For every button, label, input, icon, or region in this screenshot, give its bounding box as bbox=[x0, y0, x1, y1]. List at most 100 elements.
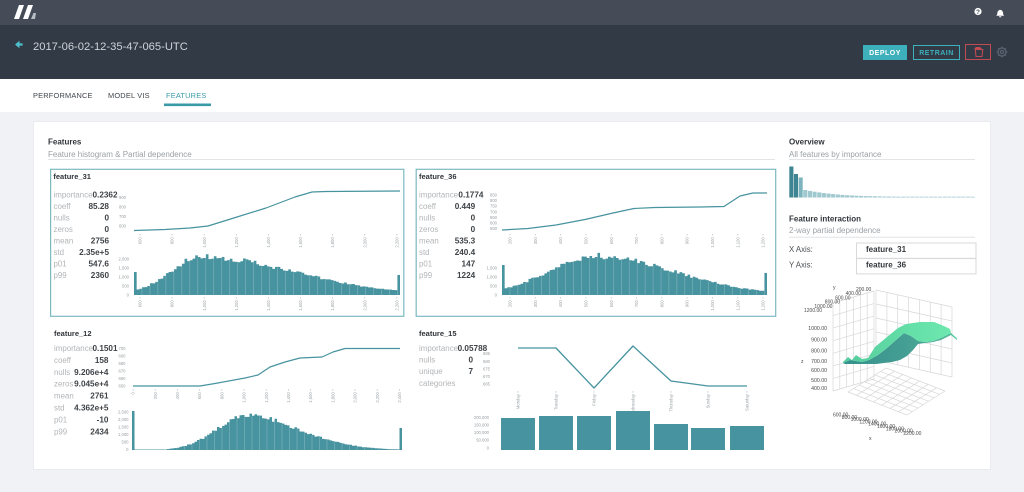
svg-text:coeff: coeff bbox=[54, 202, 72, 211]
svg-text:p01: p01 bbox=[419, 260, 432, 269]
svg-text:700: 700 bbox=[490, 209, 498, 214]
svg-text:2,500: 2,500 bbox=[118, 410, 129, 415]
svg-text:500: 500 bbox=[490, 284, 498, 289]
svg-text:2,000: 2,000 bbox=[353, 392, 358, 403]
svg-text:PERFORMANCE: PERFORMANCE bbox=[33, 91, 93, 100]
svg-text:650: 650 bbox=[119, 384, 127, 389]
svg-text:700.00: 700.00 bbox=[811, 359, 827, 365]
svg-text:690: 690 bbox=[119, 354, 127, 359]
svg-text:670: 670 bbox=[119, 369, 127, 374]
svg-text:feature_15: feature_15 bbox=[419, 329, 457, 338]
svg-text:Tuesday: Tuesday bbox=[554, 393, 559, 410]
svg-text:660: 660 bbox=[119, 376, 127, 381]
svg-text:147: 147 bbox=[462, 260, 476, 269]
svg-text:900: 900 bbox=[685, 237, 690, 245]
svg-text:1,200: 1,200 bbox=[234, 300, 239, 311]
svg-text:p99: p99 bbox=[419, 271, 433, 280]
svg-text:850: 850 bbox=[490, 193, 498, 198]
svg-text:nulls: nulls bbox=[54, 368, 70, 377]
svg-text:Thursday: Thursday bbox=[669, 393, 674, 411]
svg-text:700: 700 bbox=[634, 237, 639, 245]
svg-text:550: 550 bbox=[490, 226, 498, 231]
svg-text:600: 600 bbox=[609, 237, 614, 245]
svg-text:600: 600 bbox=[138, 300, 143, 308]
svg-text:2,200: 2,200 bbox=[394, 300, 399, 311]
svg-text:680: 680 bbox=[483, 359, 491, 364]
svg-text:1,200: 1,200 bbox=[234, 237, 239, 248]
svg-text:std: std bbox=[54, 248, 65, 257]
svg-text:650: 650 bbox=[490, 215, 498, 220]
svg-text:1,800: 1,800 bbox=[330, 300, 335, 311]
svg-text:1000.00: 1000.00 bbox=[808, 326, 827, 332]
svg-text:feature_12: feature_12 bbox=[54, 329, 92, 338]
svg-text:685: 685 bbox=[483, 351, 491, 356]
svg-text:importance: importance bbox=[419, 344, 459, 353]
svg-text:400: 400 bbox=[558, 237, 563, 245]
svg-text:2,000: 2,000 bbox=[118, 417, 129, 422]
svg-text:MODEL VIS: MODEL VIS bbox=[108, 91, 150, 100]
svg-text:600: 600 bbox=[490, 221, 498, 226]
svg-text:0: 0 bbox=[471, 214, 476, 223]
svg-text:600: 600 bbox=[197, 392, 202, 400]
svg-text:2,000: 2,000 bbox=[119, 257, 130, 262]
svg-text:std: std bbox=[54, 404, 65, 413]
svg-text:1,400: 1,400 bbox=[266, 300, 271, 311]
svg-text:680: 680 bbox=[119, 361, 127, 366]
svg-text:mean: mean bbox=[54, 392, 74, 401]
svg-text:800: 800 bbox=[119, 205, 127, 210]
svg-text:1,100: 1,100 bbox=[735, 300, 740, 311]
svg-text:Features: Features bbox=[48, 138, 82, 147]
svg-text:800: 800 bbox=[659, 300, 664, 308]
svg-text:feature_31: feature_31 bbox=[866, 245, 907, 254]
svg-text:1,500: 1,500 bbox=[119, 266, 130, 271]
svg-text:800: 800 bbox=[219, 392, 224, 400]
svg-text:0.449: 0.449 bbox=[455, 202, 476, 211]
svg-text:RETRAIN: RETRAIN bbox=[919, 50, 954, 57]
svg-text:1,400: 1,400 bbox=[286, 392, 291, 403]
svg-text:1,800: 1,800 bbox=[330, 237, 335, 248]
svg-text:Overview: Overview bbox=[789, 138, 825, 147]
svg-text:1200.00: 1200.00 bbox=[804, 308, 822, 314]
svg-text:2017-06-02-12-35-47-065-UTC: 2017-06-02-12-35-47-065-UTC bbox=[33, 41, 188, 53]
svg-text:1,200: 1,200 bbox=[761, 237, 766, 248]
svg-text:Feature interaction: Feature interaction bbox=[789, 215, 861, 224]
svg-text:feature_31: feature_31 bbox=[53, 172, 91, 181]
svg-text:nulls: nulls bbox=[419, 214, 435, 223]
svg-text:700: 700 bbox=[119, 346, 127, 351]
svg-text:1,200: 1,200 bbox=[264, 392, 269, 403]
svg-text:nulls: nulls bbox=[54, 214, 70, 223]
svg-text:2,400: 2,400 bbox=[397, 392, 402, 403]
svg-text:800: 800 bbox=[170, 237, 175, 245]
svg-text:p01: p01 bbox=[54, 260, 67, 269]
svg-text:2360: 2360 bbox=[91, 271, 110, 280]
svg-text:800.00: 800.00 bbox=[811, 349, 827, 355]
svg-text:Saturday: Saturday bbox=[745, 393, 750, 411]
svg-text:std: std bbox=[419, 248, 430, 257]
svg-text:categories: categories bbox=[419, 379, 455, 388]
svg-text:675: 675 bbox=[483, 367, 491, 372]
svg-text:1,100: 1,100 bbox=[735, 237, 740, 248]
svg-text:0: 0 bbox=[104, 225, 109, 234]
svg-text:500: 500 bbox=[122, 284, 130, 289]
svg-text:900: 900 bbox=[685, 300, 690, 308]
svg-text:670: 670 bbox=[483, 374, 491, 379]
svg-text:500.00: 500.00 bbox=[811, 378, 827, 384]
svg-text:240.4: 240.4 bbox=[455, 248, 476, 257]
svg-text:Monday: Monday bbox=[516, 393, 521, 409]
svg-text:1,000: 1,000 bbox=[710, 300, 715, 311]
svg-text:coeff: coeff bbox=[419, 202, 437, 211]
svg-text:2756: 2756 bbox=[91, 237, 110, 246]
svg-text:2,200: 2,200 bbox=[394, 237, 399, 248]
svg-text:0: 0 bbox=[471, 225, 476, 234]
svg-text:1,200: 1,200 bbox=[761, 300, 766, 311]
svg-text:1,000: 1,000 bbox=[242, 392, 247, 403]
svg-text:2.35e+5: 2.35e+5 bbox=[79, 248, 109, 257]
svg-text:0.1501: 0.1501 bbox=[93, 344, 118, 353]
svg-text:p99: p99 bbox=[54, 427, 68, 436]
svg-text:1,600: 1,600 bbox=[298, 300, 303, 311]
svg-text:1,000: 1,000 bbox=[119, 275, 130, 280]
svg-text:700: 700 bbox=[634, 300, 639, 308]
svg-text:Y Axis:: Y Axis: bbox=[789, 261, 813, 270]
svg-text:200: 200 bbox=[508, 237, 513, 245]
svg-text:feature_36: feature_36 bbox=[419, 172, 457, 181]
